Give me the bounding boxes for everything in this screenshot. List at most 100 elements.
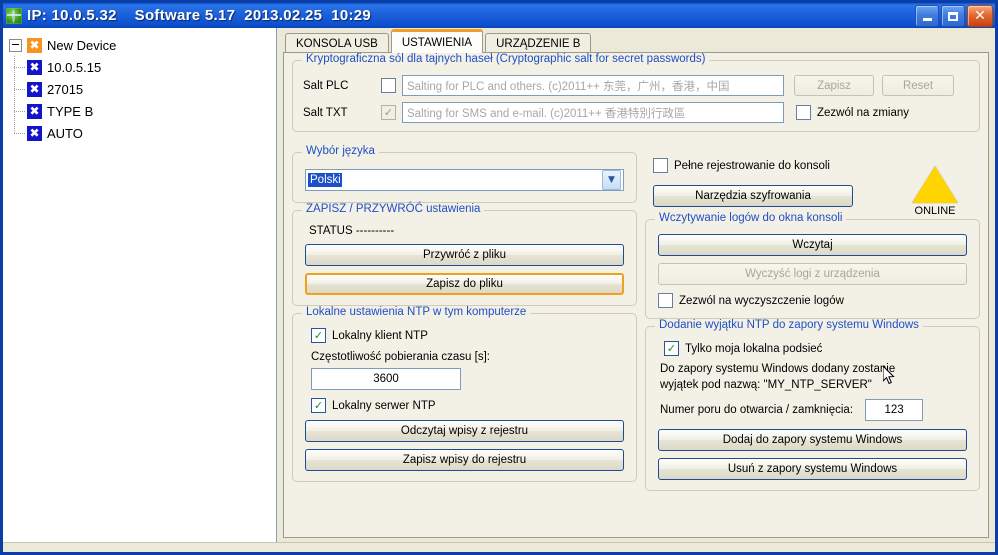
- x-icon-blue: ✖: [27, 125, 42, 141]
- allow-clear-logs-row[interactable]: Zezwól na wyczyszczenie logów: [658, 293, 967, 308]
- tab-page-ustawienia: Kryptograficzna sól dla tajnych haseł (C…: [283, 52, 989, 538]
- ntp-server-checkbox[interactable]: ✓: [311, 398, 326, 413]
- full-logging-checkbox[interactable]: [653, 158, 668, 173]
- language-selected-value: Polski: [308, 173, 342, 187]
- status-bar: [3, 542, 995, 552]
- device-tree-panel: ✖ New Device ✖ 10.0.5.15 ✖ 27015 ✖ TYPE …: [3, 28, 277, 542]
- tab-konsola-usb[interactable]: KONSOLA USB: [285, 33, 389, 53]
- backup-status-text: STATUS ----------: [309, 225, 395, 237]
- tree-line-h: [14, 133, 25, 134]
- salt-plc-label: Salt PLC: [303, 79, 349, 92]
- tree-item-auto[interactable]: ✖ AUTO: [9, 122, 276, 144]
- salt-plc-input[interactable]: Salting for PLC and others. (c)2011++ 东莞…: [402, 75, 784, 96]
- port-label: Numer poru do otwarcia / zamknięcia:: [660, 404, 854, 416]
- allow-changes-checkbox[interactable]: [796, 105, 811, 120]
- close-button[interactable]: ✕: [967, 5, 993, 27]
- write-registry-button[interactable]: Zapisz wpisy do rejestru: [305, 449, 624, 471]
- allow-clear-logs-label: Zezwól na wyczyszczenie logów: [679, 294, 844, 307]
- firewall-group-legend: Dodanie wyjątku NTP do zapory systemu Wi…: [655, 319, 923, 331]
- tree-line: [14, 122, 15, 133]
- allow-clear-logs-checkbox[interactable]: [658, 293, 673, 308]
- x-icon-orange: ✖: [27, 37, 42, 53]
- allow-changes-row[interactable]: Zezwól na zmiany: [796, 105, 909, 120]
- read-registry-button[interactable]: Odczytaj wpisy z rejestru: [305, 420, 624, 442]
- language-select[interactable]: Polski ▼: [305, 169, 624, 191]
- save-to-file-button[interactable]: Zapisz do pliku: [305, 273, 624, 295]
- remove-firewall-rule-button[interactable]: Usuń z zapory systemu Windows: [658, 458, 967, 480]
- logs-group: Wczytywanie logów do okna konsoli Wczyta…: [645, 212, 980, 319]
- firewall-info-line2: wyjątek pod nazwą: "MY_NTP_SERVER": [660, 379, 872, 391]
- tree-root-item[interactable]: ✖ New Device: [9, 34, 276, 56]
- ntp-local-group: Lokalne ustawienia NTP w tym komputerze …: [292, 306, 637, 482]
- port-input[interactable]: 123: [865, 399, 924, 421]
- tree-item-label: TYPE B: [47, 103, 94, 119]
- application-window: IP: 10.0.5.32 Software 5.17 2013.02.25 1…: [0, 0, 998, 555]
- salt-group-wrapper: Kryptograficzna sól dla tajnych haseł (C…: [292, 53, 980, 139]
- maximize-button[interactable]: [941, 5, 965, 27]
- salt-plc-checkbox[interactable]: [381, 78, 396, 93]
- tree-item-label: 10.0.5.15: [47, 59, 102, 75]
- language-group-legend: Wybór języka: [302, 145, 379, 157]
- maximize-icon: [948, 11, 958, 21]
- ntp-client-checkbox[interactable]: ✓: [311, 328, 326, 343]
- left-column: Wybór języka Polski ▼ ZAPISZ / PRZYWRÓĆ …: [292, 145, 637, 530]
- tab-panel: KONSOLA USB USTAWIENIA URZĄDZENIE B Kryp…: [277, 28, 995, 542]
- salt-save-button[interactable]: Zapisz: [794, 75, 874, 96]
- x-icon-blue: ✖: [27, 81, 42, 97]
- x-icon-blue: ✖: [27, 103, 42, 119]
- window-title: IP: 10.0.5.32 Software 5.17 2013.02.25 1…: [27, 7, 372, 24]
- logs-group-legend: Wczytywanie logów do okna konsoli: [655, 212, 847, 224]
- ntp-frequency-label: Częstotliwość pobierania czasu [s]:: [311, 351, 490, 363]
- add-firewall-rule-button[interactable]: Dodaj do zapory systemu Windows: [658, 429, 967, 451]
- salt-group-legend: Kryptograficzna sól dla tajnych haseł (C…: [302, 53, 710, 65]
- tab-urzadzenie-b[interactable]: URZĄDZENIE B: [485, 33, 592, 53]
- ntp-client-label: Lokalny klient NTP: [332, 329, 428, 342]
- restore-from-file-button[interactable]: Przywróć z pliku: [305, 244, 624, 266]
- salt-txt-row: Salt TXT ✓ Salting for SMS and e-mail. (…: [303, 102, 969, 123]
- tab-ustawienia[interactable]: USTAWIENIA: [390, 29, 484, 53]
- clear-device-logs-button[interactable]: Wyczyść logi z urządzenia: [658, 263, 967, 285]
- port-row: Numer poru do otwarcia / zamknięcia: 123: [660, 399, 967, 421]
- backup-group: ZAPISZ / PRZYWRÓĆ ustawienia STATUS ----…: [292, 203, 637, 306]
- salt-group: Kryptograficzna sól dla tajnych haseł (C…: [292, 53, 980, 132]
- ntp-client-row[interactable]: ✓ Lokalny klient NTP: [311, 328, 624, 343]
- allow-changes-label: Zezwól na zmiany: [817, 106, 910, 119]
- salt-txt-checkbox[interactable]: ✓: [381, 105, 396, 120]
- ntp-local-group-legend: Lokalne ustawienia NTP w tym komputerze: [302, 306, 531, 318]
- main-split: ✖ New Device ✖ 10.0.5.15 ✖ 27015 ✖ TYPE …: [3, 28, 995, 542]
- console-logging-section: ONLINE Pełne rejestrowanie do konsoli Na…: [645, 152, 980, 217]
- salt-plc-row: Salt PLC Salting for PLC and others. (c)…: [303, 75, 969, 96]
- minimize-button[interactable]: [915, 5, 939, 27]
- tab-strip: KONSOLA USB USTAWIENIA URZĄDZENIE B: [283, 29, 989, 53]
- tree-item-ip[interactable]: ✖ 10.0.5.15: [9, 56, 276, 78]
- ntp-server-label: Lokalny serwer NTP: [332, 399, 436, 412]
- status-indicator: ONLINE: [904, 166, 966, 217]
- x-icon-blue: ✖: [27, 59, 42, 75]
- ntp-server-row[interactable]: ✓ Lokalny serwer NTP: [311, 398, 624, 413]
- ntp-frequency-input[interactable]: 3600: [311, 368, 461, 390]
- chevron-down-icon[interactable]: ▼: [602, 170, 621, 190]
- local-subnet-row[interactable]: ✓ Tylko moja lokalna podsieć: [664, 341, 967, 356]
- salt-txt-input[interactable]: Salting for SMS and e-mail. (c)2011++ 香港…: [402, 102, 784, 123]
- tree-item-label: 27015: [47, 81, 84, 97]
- load-logs-button[interactable]: Wczytaj: [658, 234, 967, 256]
- warning-triangle-icon: [912, 166, 958, 203]
- language-group: Wybór języka Polski ▼: [292, 145, 637, 203]
- collapse-icon[interactable]: [9, 38, 22, 52]
- minimize-icon: [922, 18, 932, 21]
- crypto-tools-button[interactable]: Narzędzia szyfrowania: [653, 185, 853, 207]
- firewall-info-line1: Do zapory systemu Windows dodany zostani…: [660, 363, 896, 375]
- tree-line-h: [14, 111, 25, 112]
- title-bar: IP: 10.0.5.32 Software 5.17 2013.02.25 1…: [3, 3, 995, 28]
- status-indicator-label: ONLINE: [914, 205, 956, 217]
- backup-group-legend: ZAPISZ / PRZYWRÓĆ ustawienia: [302, 203, 485, 215]
- local-subnet-checkbox[interactable]: ✓: [664, 341, 679, 356]
- tree-line-h: [14, 67, 25, 68]
- tree-item-label: AUTO: [47, 125, 83, 141]
- tree-item-type[interactable]: ✖ TYPE B: [9, 100, 276, 122]
- salt-txt-label: Salt TXT: [303, 106, 348, 119]
- tree-item-port[interactable]: ✖ 27015: [9, 78, 276, 100]
- right-column: ONLINE Pełne rejestrowanie do konsoli Na…: [645, 152, 980, 530]
- close-icon: ✕: [974, 8, 986, 24]
- salt-reset-button[interactable]: Reset: [882, 75, 954, 96]
